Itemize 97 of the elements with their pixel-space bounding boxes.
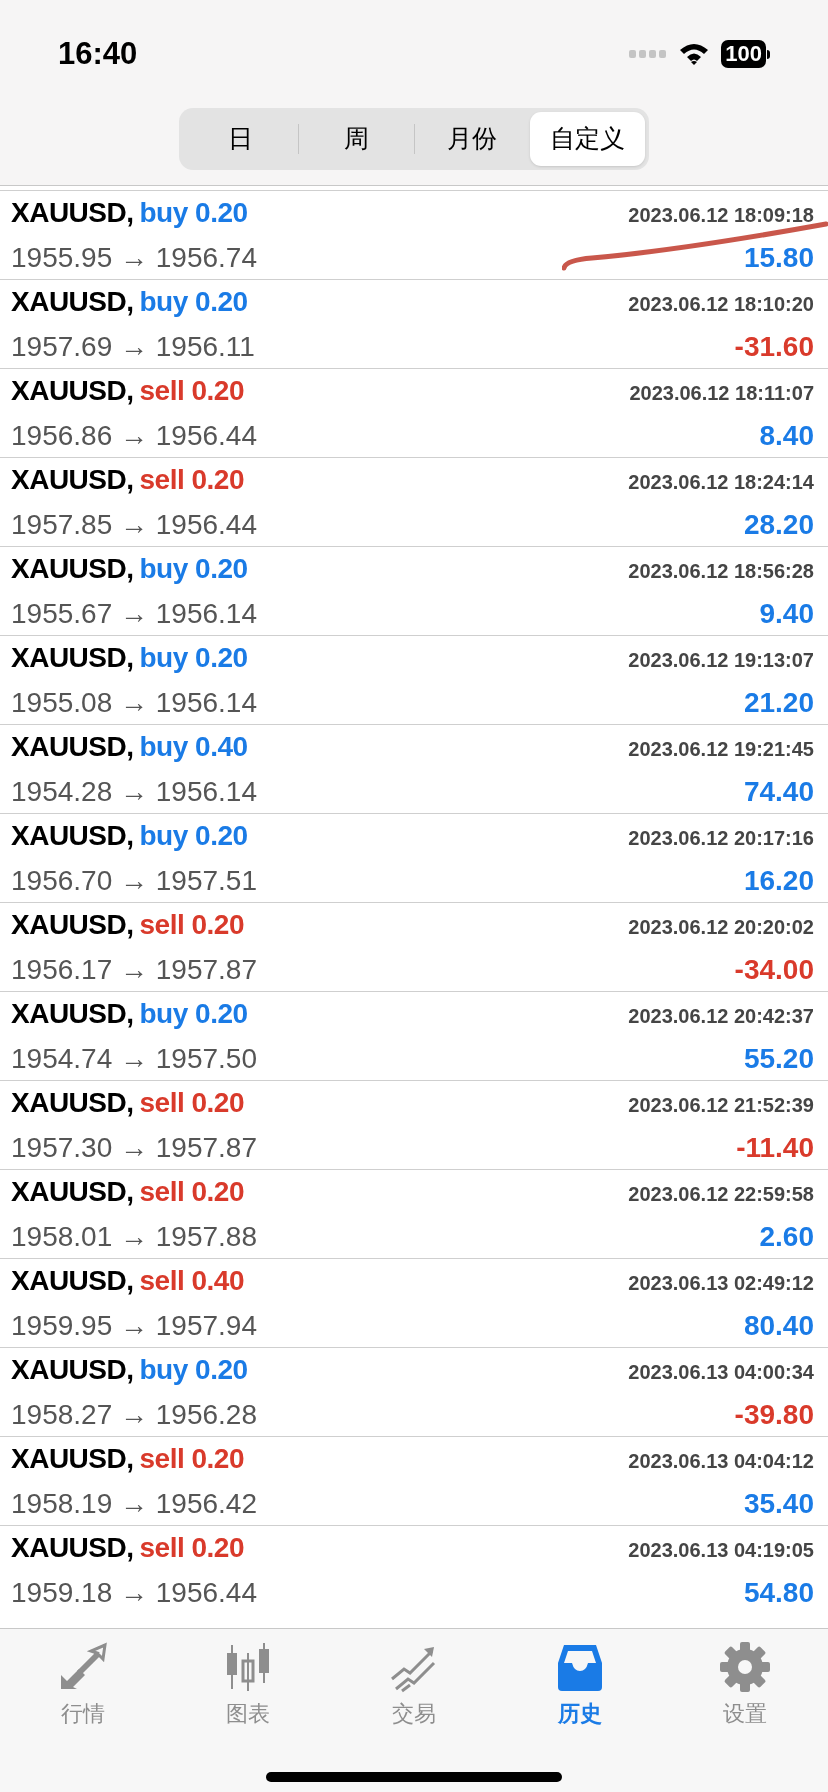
trade-profit: 28.20 bbox=[743, 507, 814, 542]
trade-profit: 21.20 bbox=[743, 685, 814, 720]
trade-prices: 1958.27 → 1956.28 bbox=[11, 1397, 257, 1432]
trade-prices: 1956.86 → 1956.44 bbox=[11, 418, 257, 453]
trade-profit: 74.40 bbox=[743, 774, 814, 809]
trade-time: 2023.06.12 20:17:16 bbox=[628, 825, 814, 851]
trade-profit: 80.40 bbox=[743, 1308, 814, 1343]
trade-time: 2023.06.12 18:11:07 bbox=[629, 380, 814, 406]
trade-profit: -34.00 bbox=[734, 952, 814, 987]
trade-side: sell 0.20 bbox=[139, 1174, 244, 1209]
trade-symbol: XAUUSD, bbox=[11, 1263, 134, 1298]
trade-profit: 8.40 bbox=[759, 418, 814, 453]
trade-side: buy 0.20 bbox=[139, 195, 248, 230]
trade-profit: -31.60 bbox=[734, 329, 814, 364]
trade-row[interactable]: XAUUSD, sell 0.20 2023.06.13 04:19:05 1959.18 → 1956.44 54.80 bbox=[0, 1525, 828, 1614]
trade-time: 2023.06.12 18:56:28 bbox=[628, 558, 814, 584]
trade-symbol: XAUUSD, bbox=[11, 373, 134, 408]
settings-icon bbox=[719, 1641, 772, 1693]
trade-profit: 54.80 bbox=[743, 1575, 814, 1610]
trade-profit: 16.20 bbox=[743, 863, 814, 898]
period-tab[interactable]: 日 bbox=[183, 112, 298, 166]
trade-row[interactable]: XAUUSD, buy 0.20 2023.06.12 20:42:37 1954.74 → 1957.50 55.20 bbox=[0, 991, 828, 1080]
trade-symbol: XAUUSD, bbox=[11, 1085, 134, 1120]
trade-side: buy 0.40 bbox=[139, 729, 248, 764]
trade-time: 2023.06.12 20:42:37 bbox=[628, 1003, 814, 1029]
trade-row[interactable]: XAUUSD, sell 0.20 2023.06.12 18:11:07 1956.86 → 1956.44 8.40 bbox=[0, 368, 828, 457]
trade-side: sell 0.20 bbox=[139, 907, 244, 942]
trade-time: 2023.06.12 19:21:45 bbox=[628, 736, 814, 762]
trade-prices: 1954.74 → 1957.50 bbox=[11, 1041, 257, 1076]
period-tab[interactable]: 月份 bbox=[414, 112, 530, 166]
trade-prices: 1956.17 → 1957.87 bbox=[11, 952, 257, 987]
trade-symbol: XAUUSD, bbox=[11, 907, 134, 942]
trade-profit: -39.80 bbox=[734, 1397, 814, 1432]
trade-time: 2023.06.13 04:19:05 bbox=[628, 1537, 814, 1563]
trade-side: sell 0.40 bbox=[139, 1263, 244, 1298]
trade-row[interactable]: XAUUSD, sell 0.20 2023.06.13 04:04:12 1958.19 → 1956.42 35.40 bbox=[0, 1436, 828, 1525]
battery-indicator: 100 bbox=[721, 40, 766, 68]
trade-prices: 1957.85 → 1956.44 bbox=[11, 507, 257, 542]
trade-prices: 1955.67 → 1956.14 bbox=[11, 596, 257, 631]
trade-prices: 1956.70 → 1957.51 bbox=[11, 863, 257, 898]
trade-side: buy 0.20 bbox=[139, 551, 248, 586]
trade-prices: 1957.30 → 1957.87 bbox=[11, 1130, 257, 1165]
trade-prices: 1958.19 → 1956.42 bbox=[11, 1486, 257, 1521]
trade-time: 2023.06.13 04:00:34 bbox=[628, 1359, 814, 1385]
trade-row[interactable]: XAUUSD, sell 0.20 2023.06.12 20:20:02 1956.17 → 1957.87 -34.00 bbox=[0, 902, 828, 991]
trade-time: 2023.06.12 18:24:14 bbox=[628, 469, 814, 495]
trade-symbol: XAUUSD, bbox=[11, 195, 134, 230]
trade-side: buy 0.20 bbox=[139, 284, 248, 319]
trade-row[interactable]: XAUUSD, sell 0.20 2023.06.12 22:59:58 1958.01 → 1957.88 2.60 bbox=[0, 1169, 828, 1258]
trade-symbol: XAUUSD, bbox=[11, 1530, 134, 1565]
signal-icon bbox=[629, 49, 668, 59]
trade-prices: 1959.18 → 1956.44 bbox=[11, 1575, 257, 1610]
trade-profit: -11.40 bbox=[736, 1130, 814, 1165]
trade-side: buy 0.20 bbox=[139, 996, 248, 1031]
trade-time: 2023.06.12 20:20:02 bbox=[628, 914, 814, 940]
trade-time: 2023.06.12 18:10:20 bbox=[628, 291, 814, 317]
wifi-icon bbox=[679, 42, 710, 66]
status-time: 16:40 bbox=[58, 34, 138, 73]
trade-profit: 9.40 bbox=[759, 596, 814, 631]
trade-side: buy 0.20 bbox=[139, 1352, 248, 1387]
trade-profit: 15.80 bbox=[743, 240, 814, 275]
trade-symbol: XAUUSD, bbox=[11, 729, 134, 764]
trade-prices: 1955.08 → 1956.14 bbox=[11, 685, 257, 720]
trade-symbol: XAUUSD, bbox=[11, 1441, 134, 1476]
trade-side: sell 0.20 bbox=[139, 1441, 244, 1476]
tab-bar-item[interactable]: 历史 bbox=[496, 1641, 663, 1730]
trade-side: sell 0.20 bbox=[139, 373, 244, 408]
trade-profit: 2.60 bbox=[759, 1219, 814, 1254]
trade-time: 2023.06.12 21:52:39 bbox=[628, 1092, 814, 1118]
trade-time: 2023.06.13 04:04:12 bbox=[628, 1448, 814, 1474]
trade-time: 2023.06.12 19:13:07 bbox=[628, 647, 814, 673]
trade-prices: 1957.69 → 1956.11 bbox=[11, 329, 255, 364]
trade-side: buy 0.20 bbox=[139, 818, 248, 853]
trade-prices: 1954.28 → 1956.14 bbox=[11, 774, 257, 809]
trade-side: buy 0.20 bbox=[139, 640, 248, 675]
trade-symbol: XAUUSD, bbox=[11, 818, 134, 853]
trade-prices: 1958.01 → 1957.88 bbox=[11, 1219, 257, 1254]
trade-prices: 1955.95 → 1956.74 bbox=[11, 240, 257, 275]
trade-profit: 35.40 bbox=[743, 1486, 814, 1521]
trade-profit: 55.20 bbox=[743, 1041, 814, 1076]
trade-prices: 1959.95 → 1957.94 bbox=[11, 1308, 257, 1343]
trade-side: sell 0.20 bbox=[139, 1530, 244, 1565]
trade-row[interactable]: XAUUSD, buy 0.20 2023.06.12 20:17:16 1956.70 → 1957.51 16.20 bbox=[0, 813, 828, 902]
trade-time: 2023.06.12 22:59:58 bbox=[628, 1181, 814, 1207]
trade-symbol: XAUUSD, bbox=[11, 1352, 134, 1387]
period-tab[interactable]: 周 bbox=[298, 112, 414, 166]
trade-symbol: XAUUSD, bbox=[11, 551, 134, 586]
trade-symbol: XAUUSD, bbox=[11, 996, 134, 1031]
trade-side: sell 0.20 bbox=[139, 1085, 244, 1120]
trade-side: sell 0.20 bbox=[139, 462, 244, 497]
trade-symbol: XAUUSD, bbox=[11, 640, 134, 675]
trade-symbol: XAUUSD, bbox=[11, 1174, 134, 1209]
trade-symbol: XAUUSD, bbox=[11, 462, 134, 497]
period-tab[interactable]: 自定义 bbox=[530, 112, 645, 166]
trade-time: 2023.06.13 02:49:12 bbox=[628, 1270, 814, 1296]
trade-time: 2023.06.12 18:09:18 bbox=[628, 202, 814, 228]
trade-symbol: XAUUSD, bbox=[11, 284, 134, 319]
